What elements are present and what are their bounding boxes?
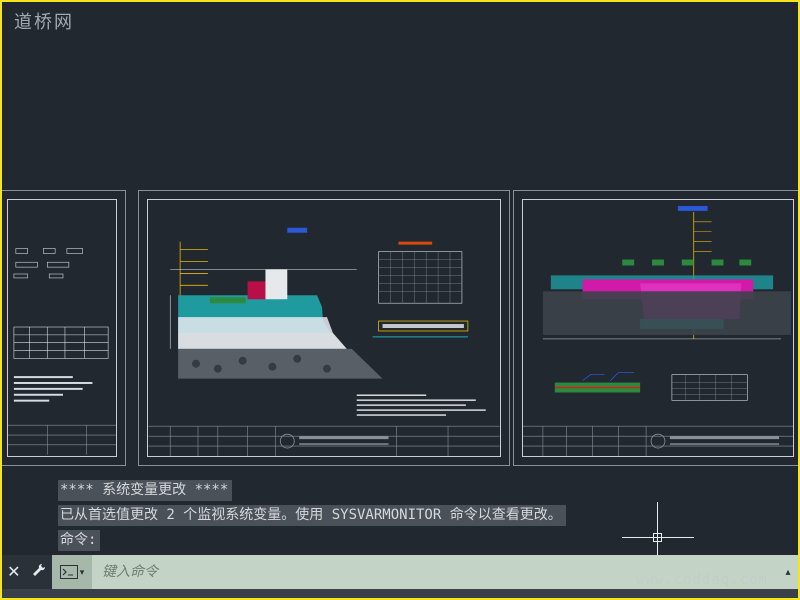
command-line-tools: ✕	[2, 555, 52, 589]
watermark-top-left: 道桥网	[14, 12, 74, 33]
command-prompt-icon[interactable]: ▾	[52, 555, 92, 589]
history-line-1: **** 系统变量更改 ****	[58, 480, 233, 501]
history-line-3: 命令:	[58, 530, 101, 551]
chevron-down-icon[interactable]: ▾	[80, 567, 85, 578]
drawing-content-2	[148, 227, 500, 456]
command-history-toggle[interactable]: ▴	[778, 555, 798, 589]
watermark-bottom-right: www.cnddaq.com	[635, 572, 768, 588]
cad-workspace[interactable]: 道桥网 **** 系统变量更改 **** 已从首选值更改 2 个监视系统变量。使…	[2, 2, 798, 598]
wrench-icon[interactable]	[31, 562, 47, 583]
drawing-content-3	[523, 205, 793, 456]
sheet-border	[522, 199, 794, 457]
status-bar	[2, 589, 798, 598]
crosshair-pickbox	[653, 533, 662, 542]
sheet-border	[147, 199, 501, 457]
layout-sheet-2[interactable]	[138, 190, 510, 466]
layout-sheet-1[interactable]	[2, 190, 126, 466]
close-icon[interactable]: ✕	[7, 562, 20, 582]
history-line-2: 已从首选值更改 2 个监视系统变量。使用 SYSVARMONITOR 命令以查看…	[58, 505, 566, 526]
drawing-content-1	[8, 248, 116, 455]
command-history: **** 系统变量更改 **** 已从首选值更改 2 个监视系统变量。使用 SY…	[58, 480, 566, 555]
sheet-border	[7, 199, 117, 457]
layout-sheet-3[interactable]	[513, 190, 798, 466]
